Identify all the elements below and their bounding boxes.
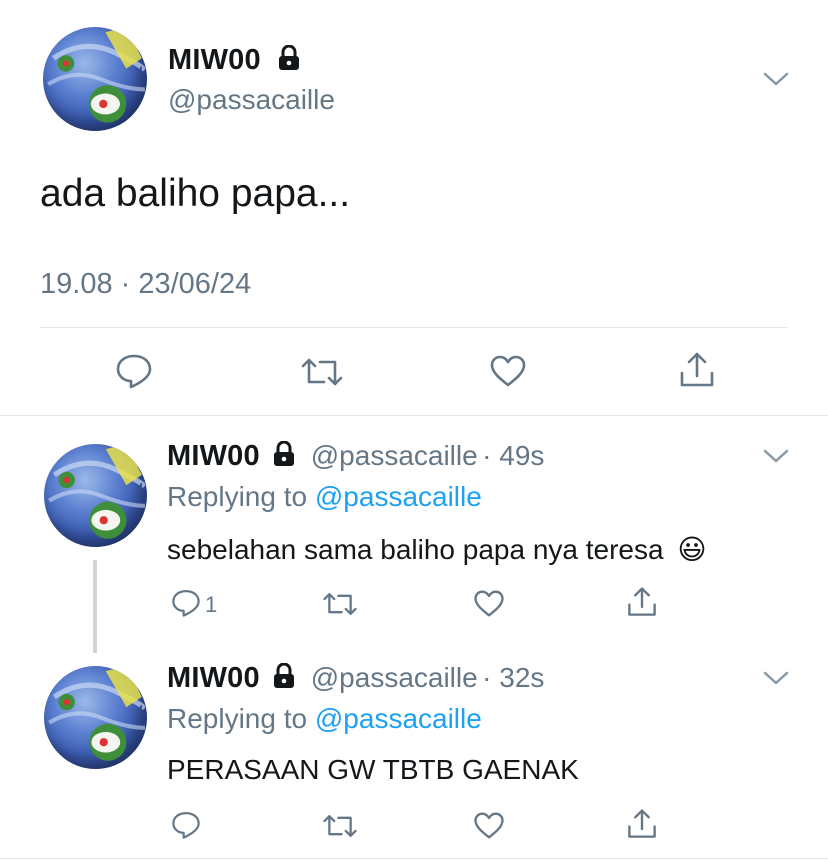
replying-to-link[interactable]: @passacaille <box>315 481 482 512</box>
thread-line <box>93 560 97 653</box>
reply-age: · 32s <box>482 662 545 693</box>
handle[interactable]: @passacaille <box>311 662 478 693</box>
reply-count: 1 <box>205 592 218 617</box>
display-name[interactable]: MIW00 <box>167 440 260 472</box>
reply-icon[interactable] <box>171 588 201 618</box>
replying-to: Replying to @passacaille <box>167 481 482 513</box>
lock-icon <box>272 441 296 467</box>
display-name[interactable]: MIW00 <box>167 662 260 694</box>
chevron-down-icon[interactable] <box>762 70 790 88</box>
reply-text-content: sebelahan sama baliho papa nya teresa <box>167 534 664 565</box>
share-icon[interactable] <box>626 808 658 840</box>
chevron-down-icon[interactable] <box>762 447 790 465</box>
reply-icon[interactable] <box>171 810 201 840</box>
divider <box>0 415 828 416</box>
lock-icon <box>277 45 301 71</box>
reply-text: PERASAAN GW TBTB GAENAK <box>167 754 579 785</box>
divider <box>0 858 828 859</box>
tweet-text: ada baliho papa... <box>40 172 351 215</box>
avatar[interactable] <box>43 27 147 131</box>
share-icon[interactable] <box>678 351 716 389</box>
share-icon[interactable] <box>626 586 658 618</box>
heart-icon[interactable] <box>473 589 505 618</box>
retweet-icon[interactable] <box>322 590 358 618</box>
chevron-down-icon[interactable] <box>762 669 790 687</box>
heart-icon[interactable] <box>489 354 527 388</box>
display-name[interactable]: MIW00 <box>168 44 301 77</box>
replying-to: Replying to @passacaille <box>167 703 482 735</box>
reply-icon[interactable] <box>115 353 153 389</box>
replying-to-prefix: Replying to <box>167 703 315 734</box>
handle[interactable]: @passacaille <box>311 440 478 471</box>
avatar[interactable] <box>44 666 147 769</box>
lock-icon <box>272 663 296 689</box>
reply-age: · 49s <box>482 440 545 471</box>
reply-header: MIW00 @passacaille · 49s <box>167 440 544 473</box>
smiley-emoji: 😃 <box>677 534 707 565</box>
replying-to-link[interactable]: @passacaille <box>315 703 482 734</box>
reply-text: sebelahan sama baliho papa nya teresa 😃 <box>167 533 707 566</box>
replying-to-prefix: Replying to <box>167 481 315 512</box>
heart-icon[interactable] <box>473 811 505 840</box>
retweet-icon[interactable] <box>322 812 358 840</box>
divider <box>40 327 788 328</box>
reply-header: MIW00 @passacaille · 32s <box>167 662 544 695</box>
handle[interactable]: @passacaille <box>168 84 335 116</box>
retweet-icon[interactable] <box>300 356 344 388</box>
avatar[interactable] <box>44 444 147 547</box>
display-name-text: MIW00 <box>168 44 261 76</box>
tweet-timestamp[interactable]: 19.08 · 23/06/24 <box>40 268 251 301</box>
